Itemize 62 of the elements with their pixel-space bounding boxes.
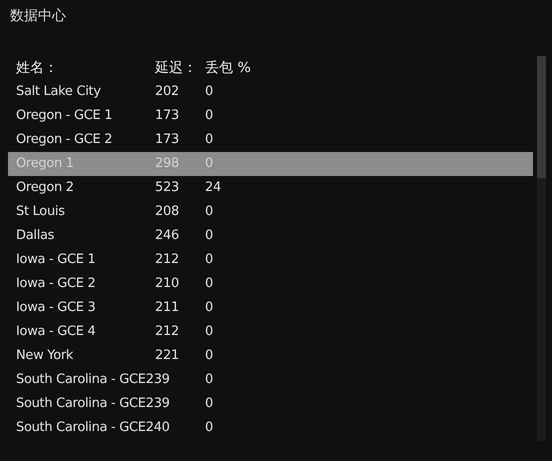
packet-loss-value: 0 xyxy=(205,251,213,270)
server-name: Oregon - GCE 2 xyxy=(16,131,114,150)
server-row[interactable]: Salt Lake City 202 0 xyxy=(8,80,533,104)
packet-loss-value: 0 xyxy=(205,395,213,414)
server-row[interactable]: Iowa - GCE 1 212 0 xyxy=(8,248,533,272)
packet-loss-value: 0 xyxy=(205,299,213,318)
packet-loss-value: 0 xyxy=(205,83,213,102)
latency-value: 173 xyxy=(155,131,180,150)
server-row[interactable]: New York 221 0 xyxy=(8,344,533,368)
latency-value: 210 xyxy=(155,275,180,294)
server-name: South Carolina - GCE239 xyxy=(16,395,171,414)
scrollbar-thumb[interactable] xyxy=(537,56,546,178)
server-name: Iowa - GCE 3 xyxy=(16,299,97,318)
server-name: Dallas xyxy=(16,227,56,246)
server-row[interactable]: Iowa - GCE 3 211 0 xyxy=(8,296,533,320)
server-name: South Carolina - GCE240 xyxy=(16,419,171,438)
server-row[interactable]: Iowa - GCE 4 212 0 xyxy=(8,320,533,344)
server-row[interactable]: South Carolina - GCE240 0 xyxy=(8,416,533,440)
packet-loss-value: 0 xyxy=(205,107,213,126)
scrollbar[interactable] xyxy=(537,56,546,441)
server-name: St Louis xyxy=(16,203,66,222)
column-header: 丢包 % xyxy=(205,58,251,78)
latency-value: 212 xyxy=(155,323,180,342)
panel-title: 数据中心 xyxy=(9,7,67,26)
server-row[interactable]: South Carolina - GCE239 0 xyxy=(8,368,533,392)
server-name: South Carolina - GCE239 xyxy=(16,371,171,390)
server-name: Oregon - GCE 1 xyxy=(16,107,114,126)
server-name: Oregon 1 xyxy=(16,155,75,174)
server-name: Salt Lake City xyxy=(16,83,102,102)
latency-value: 212 xyxy=(155,251,180,270)
server-row[interactable]: St Louis 208 0 xyxy=(8,200,533,224)
packet-loss-value: 0 xyxy=(205,371,213,390)
server-row[interactable]: Dallas 246 0 xyxy=(8,224,533,248)
latency-value: 173 xyxy=(155,107,180,126)
server-row[interactable]: Oregon - GCE 1 173 0 xyxy=(8,104,533,128)
packet-loss-value: 0 xyxy=(205,155,213,174)
server-row[interactable]: Oregon 2 523 24 xyxy=(8,176,533,200)
latency-value: 523 xyxy=(155,179,180,198)
packet-loss-value: 0 xyxy=(205,203,213,222)
latency-value: 246 xyxy=(155,227,180,246)
latency-value: 202 xyxy=(155,83,180,102)
latency-value: 221 xyxy=(155,347,180,366)
column-header: 姓名： xyxy=(16,58,59,78)
server-name: New York xyxy=(16,347,74,366)
packet-loss-value: 0 xyxy=(205,275,213,294)
packet-loss-value: 0 xyxy=(205,227,213,246)
latency-value: 298 xyxy=(155,155,180,174)
packet-loss-value: 0 xyxy=(205,131,213,150)
server-row[interactable]: Oregon - GCE 2 173 0 xyxy=(8,128,533,152)
packet-loss-value: 0 xyxy=(205,419,213,438)
column-header: 延迟： xyxy=(155,58,198,78)
packet-loss-value: 24 xyxy=(205,179,221,198)
server-name: Iowa - GCE 4 xyxy=(16,323,97,342)
server-row[interactable]: Iowa - GCE 2 210 0 xyxy=(8,272,533,296)
packet-loss-value: 0 xyxy=(205,347,213,366)
latency-value: 211 xyxy=(155,299,180,318)
server-name: Oregon 2 xyxy=(16,179,75,198)
latency-value: 208 xyxy=(155,203,180,222)
server-name: Iowa - GCE 1 xyxy=(16,251,97,270)
packet-loss-value: 0 xyxy=(205,323,213,342)
server-name: Iowa - GCE 2 xyxy=(16,275,97,294)
server-row[interactable]: South Carolina - GCE239 0 xyxy=(8,392,533,416)
